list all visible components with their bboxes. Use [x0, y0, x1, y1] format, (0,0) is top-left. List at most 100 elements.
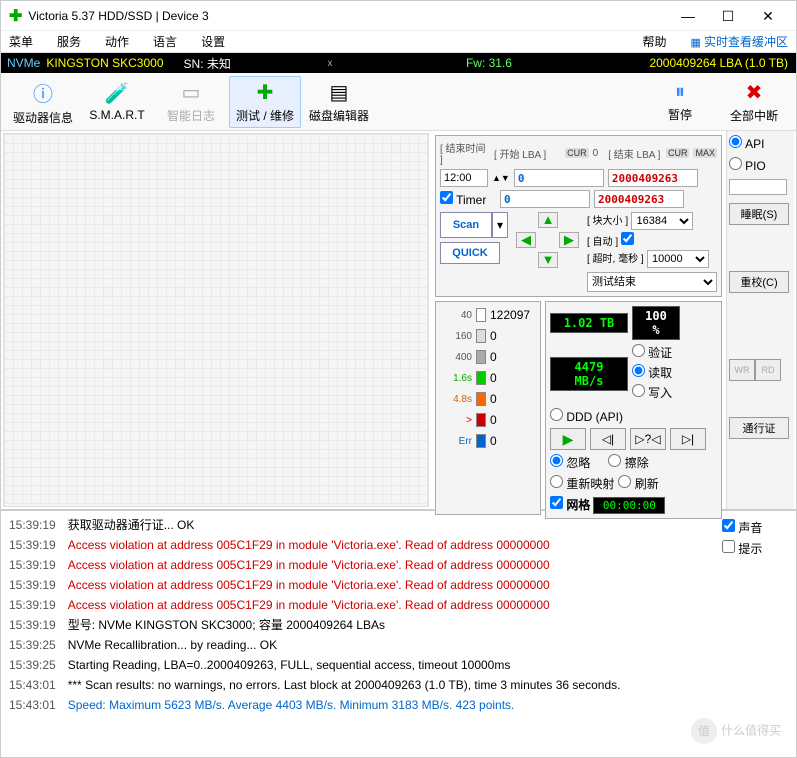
maximize-button[interactable]: ☐ — [708, 2, 748, 30]
ignore-radio[interactable] — [550, 454, 563, 467]
pct-display: 100 % — [632, 306, 680, 340]
menu-action[interactable]: 动作 — [105, 33, 129, 50]
window-title: Victoria 5.37 HDD/SSD | Device 3 — [28, 9, 668, 23]
start-lba-label: [ 开始 LBA ] — [494, 146, 561, 161]
titlebar: ✚ Victoria 5.37 HDD/SSD | Device 3 — ☐ ✕ — [1, 1, 796, 31]
read-radio[interactable] — [632, 364, 645, 377]
step-fwd-button[interactable]: ▷| — [670, 428, 706, 450]
start-lba-input[interactable] — [514, 169, 604, 187]
arrow-left[interactable]: ◀ — [516, 232, 536, 248]
log-list[interactable]: 15:39:19获取驱动器通行证... OK 15:39:19Access vio… — [9, 515, 718, 725]
sleep-button[interactable]: 睡眠(S) — [729, 203, 789, 225]
rd-button[interactable]: RD — [755, 359, 781, 381]
grid-checkbox[interactable] — [550, 496, 563, 509]
quick-button[interactable]: QUICK — [440, 242, 500, 264]
app-icon: ✚ — [9, 6, 22, 26]
refresh-radio[interactable] — [618, 475, 631, 488]
surface-map[interactable] — [3, 133, 429, 507]
sn-close-icon[interactable]: x — [324, 58, 337, 69]
stop-all-button[interactable]: ✖全部中断 — [718, 76, 790, 128]
end-lba-label: [ 结束 LBA ] — [608, 146, 662, 161]
pause-button[interactable]: ⏸暂停 — [644, 76, 716, 128]
scan-button[interactable]: Scan — [440, 212, 492, 238]
max-badge[interactable]: MAX — [693, 148, 717, 158]
io-input[interactable] — [729, 179, 787, 195]
smart-button[interactable]: 🧪S.M.A.R.T — [81, 76, 153, 128]
stats-panel: 1.02 TB 100 % 4479 MB/s 验证 读取 写入 DDD (AP… — [545, 301, 722, 519]
write-radio[interactable] — [632, 384, 645, 397]
menu-language[interactable]: 语言 — [153, 33, 177, 50]
info-icon: ⓘ — [33, 78, 53, 107]
fw-label: Fw: 31.6 — [337, 56, 642, 70]
log-row: 15:39:25NVMe Recallibration... by readin… — [9, 635, 718, 655]
pio-radio[interactable] — [729, 157, 742, 170]
legend-count-40: 122097 — [490, 308, 534, 322]
cur-badge2[interactable]: CUR — [666, 148, 690, 158]
timeout-select[interactable]: 10000 — [647, 250, 709, 268]
auto-checkbox[interactable] — [621, 232, 634, 245]
menubar: 菜单 服务 动作 语言 设置 帮助 ▦ 实时查看缓冲区 — [1, 31, 796, 53]
timer-checkbox[interactable] — [440, 191, 453, 204]
log-icon: ▭ — [182, 80, 201, 105]
recal-button[interactable]: 重校(C) — [729, 271, 789, 293]
erase-radio[interactable] — [608, 454, 621, 467]
drive-info-button[interactable]: ⓘ驱动器信息 — [7, 76, 79, 128]
menu-help[interactable]: 帮助 — [643, 33, 667, 50]
scan-dropdown[interactable]: ▾ — [492, 212, 508, 238]
disk-editor-button[interactable]: ▤磁盘编辑器 — [303, 76, 375, 128]
menu-service[interactable]: 服务 — [57, 33, 81, 50]
pause-icon: ⏸ — [675, 81, 685, 104]
sn-label: SN: 未知 — [184, 55, 324, 72]
latency-legend: 40122097 1600 4000 1.6s0 4.8s0 >0 Err0 — [435, 301, 541, 515]
bus-label: NVMe — [1, 56, 46, 70]
end-time-input[interactable] — [440, 169, 488, 187]
menu-main[interactable]: 菜单 — [9, 33, 33, 50]
log-side-options: 声音 提示 — [718, 515, 788, 725]
cur-lba-input[interactable] — [500, 190, 590, 208]
size-display: 1.02 TB — [550, 313, 628, 333]
log-row: 15:39:19型号: NVMe KINGSTON SKC3000; 容量 20… — [9, 615, 718, 635]
speed-display: 4479 MB/s — [550, 357, 628, 391]
pass-button[interactable]: 通行证 — [729, 417, 789, 439]
legend-count-1-6s: 0 — [490, 371, 534, 385]
legend-count-err: 0 — [490, 434, 534, 448]
test-status-select[interactable]: 测试结束 — [587, 272, 717, 292]
sound-checkbox[interactable] — [722, 519, 735, 532]
arrow-up[interactable]: ▲ — [538, 212, 558, 228]
plus-icon: ✚ — [257, 80, 274, 105]
blocksize-label: [ 块大小 ] — [587, 212, 628, 227]
menu-settings[interactable]: 设置 — [201, 33, 225, 50]
play-button[interactable]: ▶ — [550, 428, 586, 450]
log-row: 15:39:25Starting Reading, LBA=0..2000409… — [9, 655, 718, 675]
end-lba-input[interactable] — [608, 169, 698, 187]
stop-icon: ✖ — [746, 80, 763, 105]
editor-icon: ▤ — [330, 80, 349, 105]
log-row: 15:43:01Speed: Maximum 5623 MB/s. Averag… — [9, 695, 718, 715]
nav-arrows: ▲ ▼ ◀ ▶ — [512, 212, 583, 268]
minimize-button[interactable]: — — [668, 2, 708, 30]
wr-button[interactable]: WR — [729, 359, 755, 381]
test-repair-button[interactable]: ✚测试 / 维修 — [229, 76, 301, 128]
end-lba2-input[interactable] — [594, 190, 684, 208]
cur-badge[interactable]: CUR — [565, 148, 589, 158]
smart-log-button[interactable]: ▭智能日志 — [155, 76, 227, 128]
realtime-buffer-link[interactable]: ▦ 实时查看缓冲区 — [691, 33, 788, 50]
arrow-right[interactable]: ▶ — [559, 232, 579, 248]
timeout-label: [ 超时, 毫秒 ] — [587, 250, 644, 265]
log-row: 15:39:19Access violation at address 005C… — [9, 575, 718, 595]
api-radio[interactable] — [729, 135, 742, 148]
legend-count-4-8s: 0 — [490, 392, 534, 406]
device-bar: NVMe KINGSTON SKC3000 SN: 未知 x Fw: 31.6 … — [1, 53, 796, 73]
arrow-down[interactable]: ▼ — [538, 252, 558, 268]
remap-radio[interactable] — [550, 475, 563, 488]
log-row: 15:39:19Access violation at address 005C… — [9, 595, 718, 615]
hint-checkbox[interactable] — [722, 540, 735, 553]
close-button[interactable]: ✕ — [748, 2, 788, 30]
blocksize-select[interactable]: 16384 — [631, 212, 693, 230]
seek-button[interactable]: ▷?◁ — [630, 428, 666, 450]
verify-radio[interactable] — [632, 344, 645, 357]
log-row: 15:39:19获取驱动器通行证... OK — [9, 515, 718, 535]
step-back-button[interactable]: ◁| — [590, 428, 626, 450]
ddd-radio[interactable] — [550, 408, 563, 421]
toolbar: ⓘ驱动器信息 🧪S.M.A.R.T ▭智能日志 ✚测试 / 维修 ▤磁盘编辑器 … — [1, 73, 796, 131]
